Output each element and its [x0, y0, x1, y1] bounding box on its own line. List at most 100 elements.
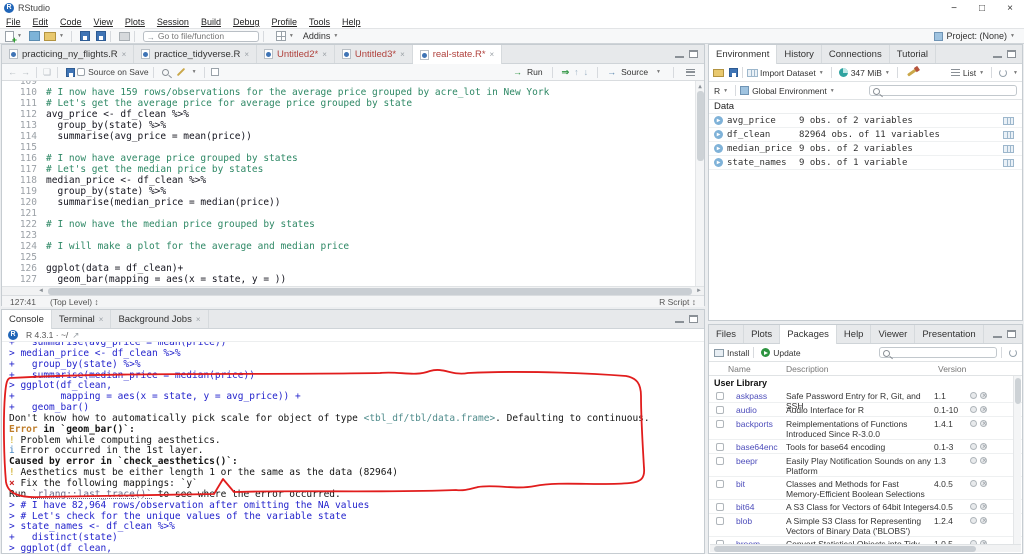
tab-plots[interactable]: Plots [744, 325, 780, 343]
maximize-pane-icon[interactable] [689, 315, 698, 323]
rerun-icon[interactable]: ⇒ [562, 67, 570, 78]
new-file-caret-icon[interactable]: ▼ [17, 33, 22, 39]
package-website-icon[interactable] [970, 420, 977, 427]
remove-package-icon[interactable] [980, 392, 987, 399]
tab-background-jobs[interactable]: Background Jobs× [111, 310, 208, 328]
compile-report-icon[interactable] [211, 68, 219, 76]
close-tab-icon[interactable]: × [196, 315, 201, 324]
tab-terminal[interactable]: Terminal× [52, 310, 112, 328]
tab-console[interactable]: Console [2, 310, 52, 329]
view-table-icon[interactable] [1003, 159, 1014, 167]
language-caret-icon[interactable]: ▼ [723, 88, 728, 94]
tab-history[interactable]: History [777, 45, 822, 63]
menu-edit[interactable]: Edit [27, 17, 55, 27]
tab-environment[interactable]: Environment [709, 45, 777, 64]
close-tab-icon[interactable]: × [122, 50, 127, 59]
back-icon[interactable]: ← [6, 67, 19, 77]
menu-build[interactable]: Build [195, 17, 227, 27]
addins-caret-icon[interactable]: ▼ [333, 33, 338, 39]
package-name-link[interactable]: base64enc [736, 442, 786, 452]
tab-untitled3-[interactable]: Untitled3*× [335, 45, 413, 63]
tab-untitled2-[interactable]: Untitled2*× [257, 45, 335, 63]
find-replace-icon[interactable] [162, 69, 169, 76]
project-menu[interactable]: Project: (None) ▼ [934, 31, 1018, 41]
save-workspace-icon[interactable] [729, 68, 738, 77]
editor-vertical-scrollbar[interactable]: ▲ [695, 81, 704, 286]
package-name-link[interactable]: blob [736, 516, 786, 526]
remove-package-icon[interactable] [980, 406, 987, 413]
package-website-icon[interactable] [970, 443, 977, 450]
editor-horizontal-scrollbar[interactable]: ◄► [2, 286, 704, 295]
close-tab-icon[interactable]: × [490, 50, 495, 59]
package-website-icon[interactable] [970, 406, 977, 413]
refresh-caret-icon[interactable]: ▼ [1013, 70, 1018, 76]
tab-practicing-ny-flights-r[interactable]: practicing_ny_flights.R× [2, 45, 134, 63]
environment-object-row[interactable]: ▶state_names9 obs. of 1 variable [709, 156, 1022, 170]
expand-object-icon[interactable]: ▶ [714, 144, 723, 153]
menu-file[interactable]: File [0, 17, 27, 27]
save-file-icon[interactable] [66, 68, 75, 77]
close-tab-icon[interactable]: × [244, 50, 249, 59]
pane-layout-caret-icon[interactable]: ▼ [289, 33, 294, 39]
close-button[interactable]: × [996, 3, 1024, 14]
package-checkbox[interactable] [716, 517, 724, 525]
code-editor[interactable]: 109110# I now have 159 rows/observations… [2, 81, 704, 286]
remove-package-icon[interactable] [980, 457, 987, 464]
tab-tutorial[interactable]: Tutorial [890, 45, 936, 63]
open-file-caret-icon[interactable]: ▼ [59, 33, 64, 39]
refresh-packages-icon[interactable] [1009, 349, 1017, 357]
import-dataset-button[interactable]: Import Dataset [760, 68, 816, 78]
package-name-link[interactable]: bit64 [736, 502, 786, 512]
minimize-pane-icon[interactable] [993, 331, 1002, 338]
update-button[interactable]: Update [773, 348, 800, 358]
tab-packages[interactable]: Packages [780, 325, 837, 344]
expand-object-icon[interactable]: ▶ [714, 116, 723, 125]
remove-package-icon[interactable] [980, 480, 987, 487]
column-version[interactable]: Version [938, 364, 966, 374]
menu-view[interactable]: View [88, 17, 119, 27]
expand-object-icon[interactable]: ▶ [714, 130, 723, 139]
minimize-pane-icon[interactable] [993, 51, 1002, 58]
remove-package-icon[interactable] [980, 517, 987, 524]
expand-object-icon[interactable]: ▶ [714, 158, 723, 167]
maximize-pane-icon[interactable] [689, 50, 698, 58]
run-icon[interactable]: → [513, 67, 522, 77]
code-tools-caret-icon[interactable]: ▼ [192, 69, 197, 75]
remove-package-icon[interactable] [980, 443, 987, 450]
package-website-icon[interactable] [970, 457, 977, 464]
tab-presentation[interactable]: Presentation [915, 325, 983, 343]
package-website-icon[interactable] [970, 517, 977, 524]
remove-package-icon[interactable] [980, 503, 987, 510]
menu-code[interactable]: Code [54, 17, 88, 27]
source-button[interactable]: Source [621, 67, 648, 77]
code-tools-icon[interactable] [176, 68, 184, 76]
refresh-environment-icon[interactable] [999, 69, 1007, 77]
maximize-pane-icon[interactable] [1007, 330, 1016, 338]
tab-viewer[interactable]: Viewer [871, 325, 915, 343]
environment-object-row[interactable]: ▶median_price9 obs. of 2 variables [709, 142, 1022, 156]
source-icon[interactable]: → [607, 67, 616, 77]
package-checkbox[interactable] [716, 503, 724, 511]
package-name-link[interactable]: backports [736, 419, 786, 429]
package-checkbox[interactable] [716, 406, 724, 414]
column-name[interactable]: Name [728, 364, 786, 374]
console-output[interactable]: + summarise(avg_price = mean(price))> me… [2, 342, 704, 553]
goto-file-input[interactable] [143, 31, 259, 42]
minimize-pane-icon[interactable] [675, 316, 684, 323]
tab-real-state-r-[interactable]: real-state.R*× [413, 45, 502, 64]
package-website-icon[interactable] [970, 503, 977, 510]
run-button[interactable]: Run [527, 67, 543, 77]
package-checkbox[interactable] [716, 420, 724, 428]
tab-help[interactable]: Help [837, 325, 872, 343]
menu-plots[interactable]: Plots [119, 17, 151, 27]
maximize-pane-icon[interactable] [1007, 50, 1016, 58]
menu-profile[interactable]: Profile [266, 17, 304, 27]
environment-object-row[interactable]: ▶avg_price9 obs. of 2 variables [709, 114, 1022, 128]
package-name-link[interactable]: beepr [736, 456, 786, 466]
column-description[interactable]: Description [786, 364, 934, 374]
save-all-icon[interactable] [96, 31, 106, 41]
forward-icon[interactable]: → [19, 67, 32, 77]
view-table-icon[interactable] [1003, 131, 1014, 139]
install-button[interactable]: Install [727, 348, 749, 358]
open-file-icon[interactable] [44, 32, 56, 41]
